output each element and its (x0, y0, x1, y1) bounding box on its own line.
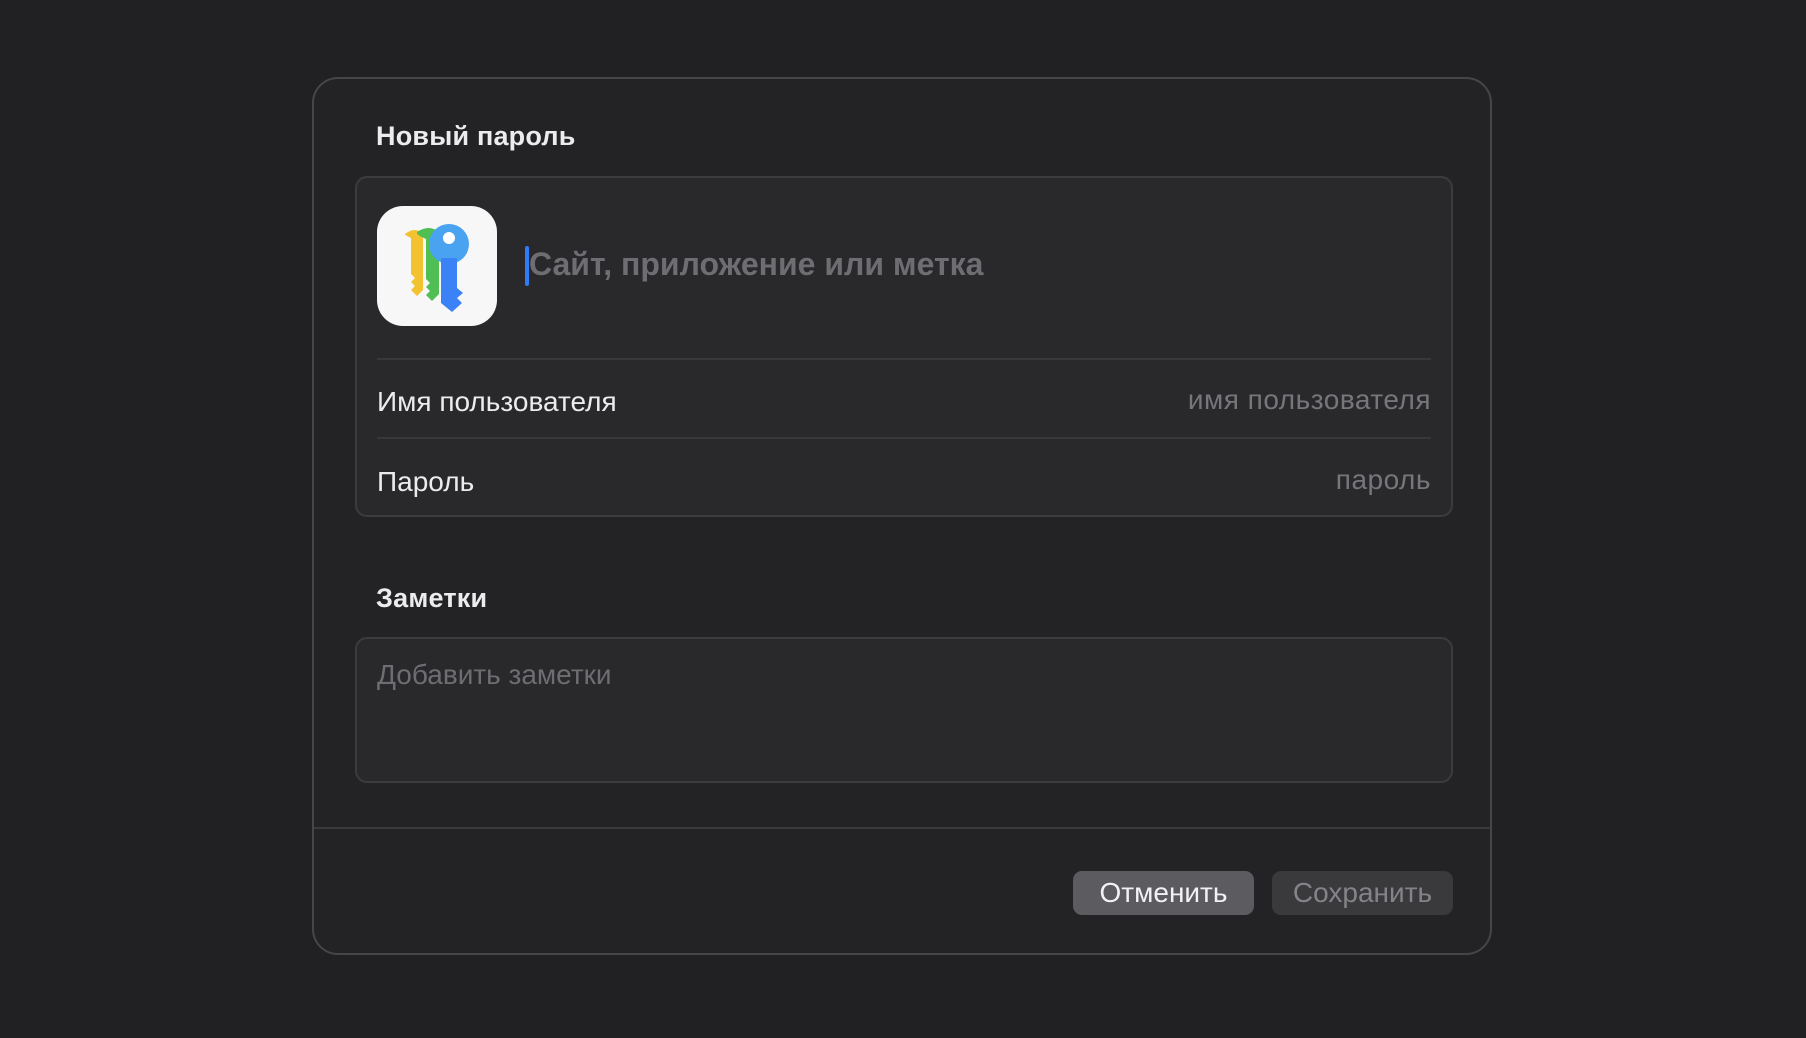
username-row: Имя пользователя (377, 368, 1431, 432)
card-divider (377, 358, 1431, 360)
card-divider (377, 437, 1431, 439)
cancel-button[interactable]: Отменить (1073, 871, 1254, 915)
credentials-card: Имя пользователя Пароль (355, 176, 1453, 517)
username-label: Имя пользователя (377, 386, 617, 417)
passwords-app-icon (377, 206, 497, 326)
username-input[interactable] (871, 378, 1431, 422)
yellow-key-shape (404, 230, 423, 296)
notes-textarea[interactable] (355, 637, 1453, 783)
password-input[interactable] (871, 458, 1431, 502)
password-label: Пароль (377, 466, 475, 497)
new-password-dialog: Новый пароль Сайт, приложение или метка … (312, 77, 1492, 955)
footer-divider (314, 827, 1490, 829)
save-button[interactable]: Сохранить (1272, 871, 1453, 915)
site-input[interactable] (525, 236, 1425, 292)
dialog-title: Новый пароль (376, 121, 576, 151)
password-row: Пароль (377, 448, 1431, 512)
notes-title: Заметки (376, 583, 488, 613)
